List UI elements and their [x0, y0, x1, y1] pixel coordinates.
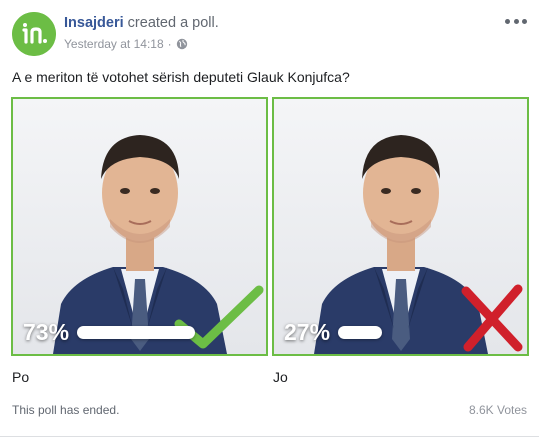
page-avatar[interactable] — [12, 12, 56, 56]
result-bar-fill — [338, 325, 382, 339]
result-bar-fill — [77, 325, 196, 339]
more-dot-icon — [505, 18, 510, 24]
divider — [0, 436, 539, 437]
result-bar — [338, 325, 456, 339]
post-meta: Insajderi created a poll. Yesterday at 1… — [64, 14, 219, 52]
post-header: Insajderi created a poll. Yesterday at 1… — [12, 12, 527, 56]
more-dot-icon — [522, 18, 527, 24]
result-bar — [77, 325, 196, 339]
option-label-po[interactable]: Po — [12, 368, 29, 386]
author-name-link[interactable]: Insajderi — [64, 15, 124, 31]
poll-status: This poll has ended. — [12, 403, 120, 417]
result-row: 27% — [284, 319, 456, 345]
poll-option-jo[interactable]: 27% — [272, 97, 529, 356]
vote-count-link[interactable]: 8.6K Votes — [469, 402, 527, 418]
more-dot-icon — [513, 18, 519, 24]
percent-label: 27% — [284, 319, 331, 345]
globe-icon[interactable] — [176, 38, 188, 50]
result-row: 73% — [23, 319, 196, 345]
poll-option-po[interactable]: 73% — [11, 97, 268, 356]
percent-label: 73% — [23, 319, 70, 345]
post-action-text: created a poll. — [127, 15, 219, 31]
poll-question: A e meriton të votohet sërish deputeti G… — [12, 69, 350, 85]
meta-separator: · — [167, 37, 172, 51]
x-mark-icon — [461, 284, 523, 352]
insajderi-logo-icon — [12, 12, 56, 56]
more-options-button[interactable] — [505, 16, 527, 26]
option-label-jo[interactable]: Jo — [273, 368, 288, 386]
timestamp-link[interactable]: Yesterday at 14:18 — [64, 36, 164, 52]
